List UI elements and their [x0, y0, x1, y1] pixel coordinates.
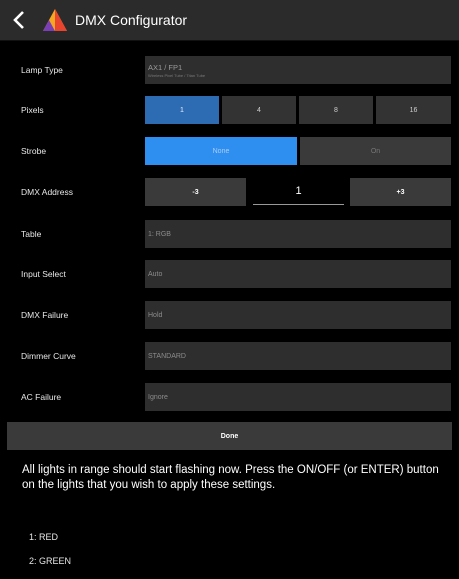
dimmer-curve-select[interactable]: STANDARD: [145, 342, 451, 370]
pixels-option-8[interactable]: 8: [299, 96, 373, 124]
strobe-label: Strobe: [21, 146, 47, 156]
back-button[interactable]: [0, 0, 38, 40]
done-button[interactable]: Done: [7, 422, 452, 450]
strobe-option-on[interactable]: On: [300, 137, 451, 165]
instruction-message: All lights in range should start flashin…: [22, 464, 439, 491]
strobe-row: Strobe None On: [0, 131, 459, 171]
table-select[interactable]: 1: RGB: [145, 220, 451, 248]
pixels-row: Pixels 1 4 8 16: [0, 90, 459, 130]
ac-failure-select[interactable]: Ignore: [145, 383, 451, 411]
lamp-type-subtitle: Wireless Pixel Tube / Titan Tube: [148, 72, 206, 78]
lamp-type-row: Lamp Type AX1 / FP1 Wireless Pixel Tube …: [0, 50, 459, 90]
dmx-failure-label: DMX Failure: [21, 310, 69, 320]
strobe-option-none[interactable]: None: [145, 137, 297, 165]
dmx-address-increment-button[interactable]: +3: [350, 178, 451, 206]
input-select-select[interactable]: Auto: [145, 260, 451, 288]
lamp-type-select[interactable]: AX1 / FP1 Wireless Pixel Tube / Titan Tu…: [145, 56, 451, 84]
pixels-option-4[interactable]: 4: [222, 96, 296, 124]
pixels-option-1[interactable]: 1: [145, 96, 219, 124]
dimmer-curve-row: Dimmer Curve STANDARD: [0, 336, 459, 376]
pixels-label: Pixels: [21, 105, 44, 115]
app-logo-icon: [43, 9, 67, 31]
dmx-address-label: DMX Address: [21, 187, 73, 197]
input-select-label: Input Select: [21, 269, 66, 279]
app-bar: DMX Configurator: [0, 0, 459, 41]
dmx-address-decrement-button[interactable]: -3: [145, 178, 246, 206]
dmx-address-input[interactable]: [253, 178, 344, 205]
page-title: DMX Configurator: [75, 12, 188, 28]
dmx-failure-row: DMX Failure Hold: [0, 295, 459, 335]
dmx-failure-select[interactable]: Hold: [145, 301, 451, 329]
pixels-option-16[interactable]: 16: [376, 96, 451, 124]
list-item-red[interactable]: 1: RED: [29, 532, 58, 542]
dimmer-curve-label: Dimmer Curve: [21, 351, 76, 361]
chevron-left-icon: [13, 11, 24, 29]
table-row: Table 1: RGB: [0, 214, 459, 254]
ac-failure-label: AC Failure: [21, 392, 62, 402]
ac-failure-row: AC Failure Ignore: [0, 377, 459, 417]
dmx-address-row: DMX Address -3 +3: [0, 172, 459, 212]
lamp-type-value: AX1 / FP1: [148, 62, 183, 72]
input-select-row: Input Select Auto: [0, 254, 459, 294]
list-item-green[interactable]: 2: GREEN: [29, 556, 71, 566]
table-label: Table: [21, 229, 42, 239]
lamp-type-label: Lamp Type: [21, 65, 63, 75]
